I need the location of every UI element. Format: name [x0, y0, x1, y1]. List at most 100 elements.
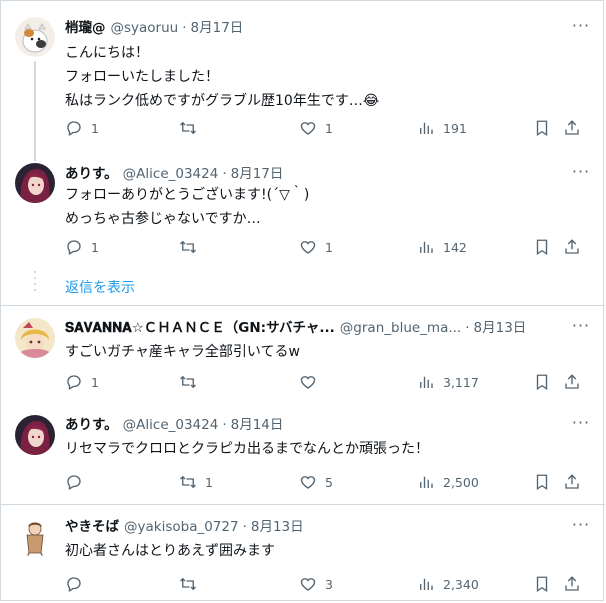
reply-count: 1	[91, 374, 99, 390]
like-button[interactable]: 5	[299, 472, 333, 492]
bookmark-button[interactable]	[533, 372, 551, 392]
more-options-icon[interactable]: ···	[571, 164, 591, 185]
reply-icon	[67, 375, 81, 390]
retweet-icon	[180, 375, 196, 389]
display-name[interactable]: ありす。	[65, 415, 118, 435]
tweet-alice-1[interactable]: ありす。 @Alice_03424 · 8月17日 ··· フォローありがとうご…	[1, 157, 605, 267]
show-replies-link[interactable]: 返信を表示	[65, 277, 135, 297]
avatar[interactable]	[15, 415, 55, 455]
views-button[interactable]: 191	[417, 118, 467, 138]
avatar[interactable]	[15, 17, 55, 57]
retweet-icon	[180, 475, 196, 489]
views-button[interactable]: 2,500	[417, 472, 479, 492]
views-button[interactable]: 2,340	[417, 574, 479, 594]
separator-dot: ·	[465, 320, 470, 336]
reply-button[interactable]: 1	[65, 118, 99, 138]
tweet-line: すごいガチャ産キャラ全部引いてるw	[65, 344, 300, 360]
like-count: 1	[325, 120, 333, 136]
retweet-icon	[180, 577, 196, 591]
share-button[interactable]	[563, 472, 581, 492]
heart-icon	[300, 376, 316, 389]
more-options-icon[interactable]: ···	[571, 415, 591, 436]
avatar[interactable]	[15, 163, 55, 203]
bookmark-button[interactable]	[533, 574, 551, 594]
reply-button[interactable]	[65, 574, 91, 594]
retweet-button[interactable]	[179, 372, 205, 392]
avatar[interactable]	[15, 318, 55, 358]
analytics-icon	[420, 376, 433, 388]
tweet-header: 梢瓏@ @syaoruu · 8月17日	[65, 18, 591, 38]
like-count: 1	[325, 239, 333, 255]
view-count: 191	[443, 120, 467, 136]
tweet-header: 𝐒𝐀𝐕𝐀𝐍𝐍𝐀☆ＣＨＡＮＣＥ（GN:サバチャ... @gran_blue_ma.…	[65, 318, 591, 338]
user-handle[interactable]: @Alice_03424	[123, 164, 219, 184]
tweet-alice-2[interactable]: ありす。 @Alice_03424 · 8月14日 ··· リセマラでクロロとク…	[1, 401, 605, 501]
heart-icon	[300, 476, 316, 489]
timestamp[interactable]: 8月14日	[231, 415, 284, 435]
more-options-icon[interactable]: ···	[571, 318, 591, 339]
bookmark-icon	[536, 576, 548, 593]
display-name[interactable]: 𝐒𝐀𝐕𝐀𝐍𝐍𝐀☆ＣＨＡＮＣＥ（GN:サバチャ...	[65, 318, 335, 338]
user-handle[interactable]: @gran_blue_ma...	[340, 318, 461, 338]
view-count: 2,340	[443, 576, 479, 592]
tweet-line: 初心者さんはとりあえず囲みます	[65, 543, 275, 559]
display-name[interactable]: ありす。	[65, 164, 118, 184]
reply-button[interactable]	[65, 472, 91, 492]
tweet-text: 初心者さんはとりあえず囲みます	[65, 539, 585, 563]
share-button[interactable]	[563, 237, 581, 257]
timestamp[interactable]: 8月13日	[251, 517, 304, 537]
tweet-syaoruu[interactable]: 梢瓏@ @syaoruu · 8月17日 ··· こんにちは！ フォローいたしま…	[1, 1, 605, 161]
share-icon	[565, 474, 579, 489]
views-button[interactable]: 3,117	[417, 372, 479, 392]
view-count: 142	[443, 239, 467, 255]
reply-button[interactable]: 1	[65, 372, 99, 392]
share-button[interactable]	[563, 574, 581, 594]
retweet-button[interactable]	[179, 118, 205, 138]
bookmark-button[interactable]	[533, 118, 551, 138]
like-button[interactable]: 1	[299, 237, 333, 257]
user-handle[interactable]: @syaoruu	[111, 18, 179, 38]
display-name[interactable]: 梢瓏@	[65, 18, 106, 38]
tweet-yakisoba[interactable]: やきそば @yakisoba_0727 · 8月13日 ··· 初心者さんはとり…	[1, 505, 605, 602]
tweet-header: ありす。 @Alice_03424 · 8月14日	[65, 415, 591, 435]
timestamp[interactable]: 8月13日	[474, 318, 527, 338]
share-button[interactable]	[563, 118, 581, 138]
like-button[interactable]	[299, 372, 325, 392]
bookmark-button[interactable]	[533, 472, 551, 492]
tweet-line: フォローいたしました！	[65, 69, 219, 85]
display-name[interactable]: やきそば	[65, 517, 119, 537]
reply-icon	[67, 475, 81, 490]
bookmark-button[interactable]	[533, 237, 551, 257]
timestamp[interactable]: 8月17日	[191, 18, 244, 38]
more-options-icon[interactable]: ···	[571, 18, 591, 39]
tweet-text: リセマラでクロロとクラピカ出るまでなんとか頑張った！	[65, 437, 585, 461]
heart-icon	[300, 122, 316, 135]
timestamp[interactable]: 8月17日	[231, 164, 284, 184]
tweet-line: フォローありがとうございます!(´▽｀)	[65, 187, 310, 203]
like-button[interactable]: 1	[299, 118, 333, 138]
like-button[interactable]: 3	[299, 574, 333, 594]
bookmark-icon	[536, 239, 548, 256]
reply-icon	[67, 577, 81, 592]
heart-icon	[300, 241, 316, 254]
retweet-button[interactable]	[179, 574, 205, 594]
tweet-text: すごいガチャ産キャラ全部引いてるw	[65, 340, 585, 364]
share-icon	[565, 120, 579, 135]
share-icon	[565, 239, 579, 254]
retweet-button[interactable]	[179, 237, 205, 257]
tweet-savanna[interactable]: 𝐒𝐀𝐕𝐀𝐍𝐍𝐀☆ＣＨＡＮＣＥ（GN:サバチャ... @gran_blue_ma.…	[1, 306, 605, 401]
tweet-header: やきそば @yakisoba_0727 · 8月13日	[65, 517, 591, 537]
reply-button[interactable]: 1	[65, 237, 99, 257]
bookmark-icon	[536, 374, 548, 391]
reply-count: 1	[91, 239, 99, 255]
more-options-icon[interactable]: ···	[571, 517, 591, 538]
share-button[interactable]	[563, 372, 581, 392]
avatar[interactable]	[15, 517, 55, 557]
like-count: 3	[325, 576, 333, 592]
retweet-button[interactable]: 1	[179, 472, 213, 492]
user-handle[interactable]: @yakisoba_0727	[124, 517, 239, 537]
views-button[interactable]: 142	[417, 237, 467, 257]
analytics-icon	[420, 122, 433, 134]
user-handle[interactable]: @Alice_03424	[123, 415, 219, 435]
retweet-count: 1	[205, 474, 213, 490]
